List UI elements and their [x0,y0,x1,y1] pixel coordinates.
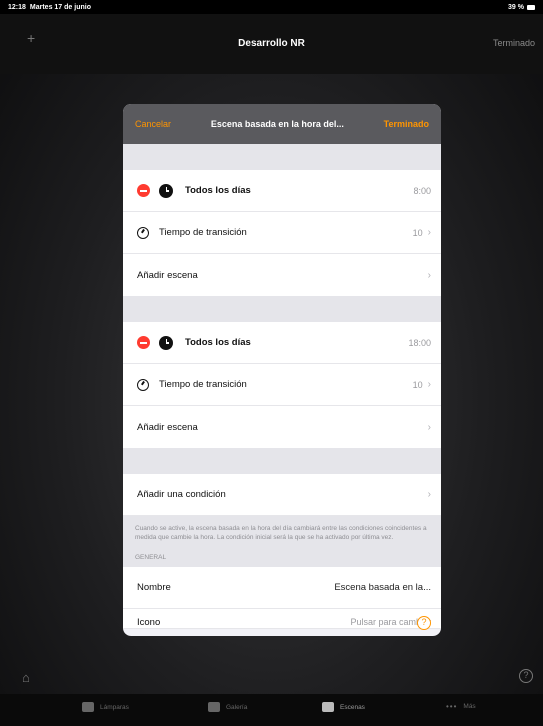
transition-time-row[interactable]: Tiempo de transición 10 › [123,364,441,406]
chevron-right-icon: › [427,489,431,500]
remove-icon[interactable] [137,336,150,349]
transition-value: 10 [412,227,423,238]
general-section-header: GENERAL [123,546,441,567]
section-gap [123,448,441,474]
schedule-group-2: Todos los días 18:00 Tiempo de transició… [123,322,441,448]
tab-label: Galería [226,703,248,711]
icon-row[interactable]: Icono Pulsar para cambiar [123,609,441,629]
schedule-group-1: Todos los días 8:00 Tiempo de transición… [123,170,441,296]
tab-lamps[interactable]: Lámparas [82,702,129,712]
status-bar: 12:18 Martes 17 de junio 39 % [0,0,543,14]
chevron-right-icon: › [427,421,431,433]
tab-more[interactable]: ••• Más [446,702,476,711]
scene-modal: Cancelar Escena basada en la hora del...… [123,104,441,636]
battery-percent: 39 % [508,3,524,11]
schedule-time-value: 8:00 [413,185,431,196]
tab-label: Más [463,703,476,710]
tab-scenes[interactable]: Escenas [322,702,365,712]
section-gap [123,296,441,322]
help-icon[interactable]: ? [417,616,431,630]
add-scene-row[interactable]: Añadir escena › [123,406,441,448]
remove-icon[interactable] [137,184,150,197]
transition-label: Tiempo de transición [159,227,247,238]
cancel-button[interactable]: Cancelar [135,119,171,129]
add-scene-label: Añadir escena [137,269,198,281]
add-condition-label: Añadir una condición [137,489,226,500]
schedule-time-row[interactable]: Todos los días 18:00 [123,322,441,364]
page-title: Desarrollo NR [238,38,305,49]
nav-done-button[interactable]: Terminado [493,38,535,48]
modal-title: Escena basada en la hora del... [210,119,344,129]
tab-gallery[interactable]: Galería [208,702,247,712]
gallery-icon [208,702,220,712]
timer-icon [137,378,149,391]
icon-label: Icono [137,617,161,628]
scenes-icon [322,702,334,712]
home-icon[interactable]: ⌂ [22,670,30,685]
schedule-day-label: Todos los días [185,185,251,196]
name-value: Escena basada en la... [334,582,431,593]
schedule-time-row[interactable]: Todos los días 8:00 [123,170,441,212]
transition-label: Tiempo de transición [159,379,247,390]
battery-icon [527,4,535,10]
add-scene-label: Añadir escena [137,421,198,433]
chevron-right-icon: › [427,269,431,281]
chevron-right-icon: › [427,227,431,238]
timer-icon [137,226,149,239]
more-icon: ••• [446,702,458,711]
chevron-right-icon: › [427,379,431,390]
status-date: Martes 17 de junio [29,3,91,11]
status-time: 12:18 [8,3,26,11]
add-scene-row[interactable]: Añadir escena › [123,254,441,296]
done-button[interactable]: Terminado [384,119,429,129]
schedule-day-label: Todos los días [185,337,251,348]
help-circle-icon[interactable]: ? [519,669,533,683]
condition-footnote: Cuando se active, la escena basada en la… [123,516,441,546]
modal-header: Cancelar Escena basada en la hora del...… [123,104,441,144]
tab-bar: Lámparas Galería Escenas ••• Más [0,694,543,726]
section-gap [123,144,441,170]
schedule-time-value: 18:00 [408,337,431,348]
name-label: Nombre [137,582,171,593]
nav-bar: + Desarrollo NR Terminado [0,14,543,74]
transition-time-row[interactable]: Tiempo de transición 10 › [123,212,441,254]
tab-label: Lámparas [100,703,129,711]
clock-icon [159,183,173,198]
lamp-icon [82,702,94,712]
transition-value: 10 [412,379,423,390]
name-row[interactable]: Nombre Escena basada en la... [123,567,441,609]
add-condition-row[interactable]: Añadir una condición › [123,474,441,516]
tab-label: Escenas [340,703,365,711]
clock-icon [159,335,173,350]
